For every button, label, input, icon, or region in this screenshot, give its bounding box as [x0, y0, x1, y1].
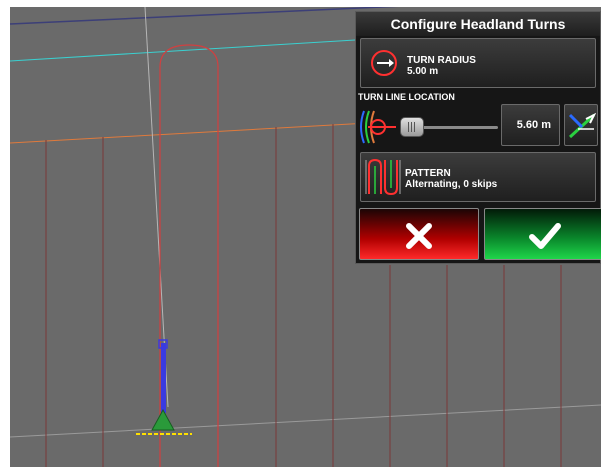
configure-headland-turns-panel: Configure Headland Turns TURN RADIUS 5.0… [355, 11, 601, 264]
confirm-button[interactable] [484, 208, 601, 260]
pattern-label: PATTERN [405, 168, 451, 179]
set-turn-line-icon [568, 112, 596, 139]
bottom-boundary-line [10, 404, 601, 438]
turn-radius-label: TURN RADIUS [407, 55, 476, 66]
pattern-value: Alternating, 0 skips [405, 179, 498, 190]
x-icon [406, 223, 432, 249]
vehicle-icon [151, 408, 175, 431]
turn-line-location-label: TURN LINE LOCATION [358, 92, 455, 102]
set-turn-line-button[interactable] [564, 104, 598, 146]
cancel-button[interactable] [359, 208, 479, 260]
turn-line-location-value-field[interactable]: 5.60 m [501, 104, 560, 146]
turn-line-icon [360, 110, 396, 144]
turn-line-slider-handle[interactable] [400, 117, 424, 137]
turn-radius-value: 5.00 m [407, 66, 439, 77]
turn-radius-button[interactable]: TURN RADIUS 5.00 m [360, 38, 596, 88]
panel-title: Configure Headland Turns [356, 12, 600, 36]
turn-line-location-value: 5.60 m [516, 119, 551, 131]
turn-path [159, 44, 219, 467]
pattern-button[interactable]: PATTERN Alternating, 0 skips [360, 152, 596, 202]
checkmark-icon [529, 223, 561, 249]
turn-radius-icon [371, 50, 397, 76]
vehicle-line [161, 343, 166, 413]
pattern-icon [365, 158, 401, 196]
